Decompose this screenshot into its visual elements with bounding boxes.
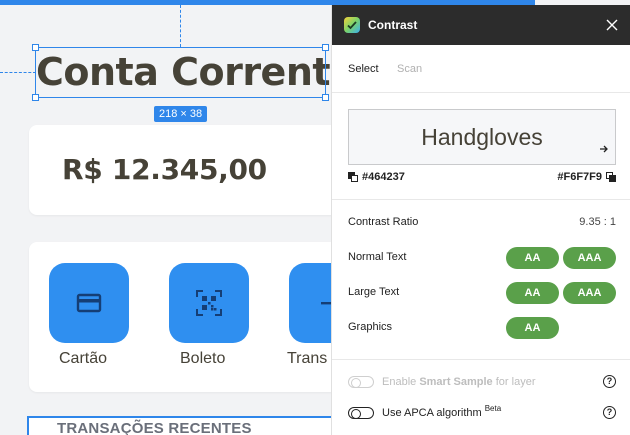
large-text-aa-badge: AA — [506, 282, 559, 304]
contrast-ratio-label: Contrast Ratio — [348, 216, 419, 228]
panel-header: Contrast — [332, 5, 630, 45]
resize-handle-bottom-left[interactable] — [32, 94, 39, 101]
selection-size-badge: 218 × 38 — [154, 106, 208, 122]
balance-amount: R$ 12.345,00 — [62, 153, 267, 186]
tab-scan[interactable]: Scan — [397, 63, 422, 75]
preview-sample-text: Handgloves — [421, 124, 543, 150]
mode-tabs: Select Scan — [332, 45, 630, 93]
normal-text-row: Normal Text AA AAA — [348, 247, 616, 269]
alignment-guide-horizontal — [0, 72, 36, 73]
recent-transactions-header[interactable]: TRANSAÇÕES RECENTES — [27, 416, 337, 435]
selection-frame[interactable] — [32, 44, 329, 101]
smart-sample-toggle[interactable] — [348, 376, 374, 388]
smart-sample-label: Enable Smart Sample for layer — [382, 376, 536, 388]
background-swatch-icon — [606, 172, 616, 182]
apca-option: Use APCA algorithm Beta ? — [348, 404, 616, 421]
panel-title: Contrast — [368, 18, 418, 32]
contrast-preview: Handgloves — [348, 109, 616, 165]
action-label-boleto: Boleto — [180, 350, 226, 367]
tab-select[interactable]: Select — [348, 63, 379, 75]
action-label-transferencia: Trans — [287, 350, 328, 367]
quick-actions-card: Cartão Boleto Trans — [29, 242, 339, 392]
swap-colors-icon[interactable] — [599, 141, 609, 159]
divider — [332, 359, 630, 360]
large-text-aaa-badge: AAA — [563, 282, 616, 304]
action-label-cartao: Cartão — [59, 350, 108, 367]
smart-sample-option: Enable Smart Sample for layer ? — [348, 374, 616, 390]
normal-text-aaa-badge: AAA — [563, 247, 616, 269]
help-icon[interactable]: ? — [603, 375, 616, 388]
card-action-button[interactable] — [49, 263, 129, 343]
contrast-ratio-value: 9.35 : 1 — [579, 216, 616, 228]
background-color[interactable]: #F6F7F9 — [557, 171, 616, 183]
recent-transactions-title: TRANSAÇÕES RECENTES — [57, 420, 252, 435]
foreground-swatch-icon — [348, 172, 358, 182]
foreground-color[interactable]: #464237 — [348, 171, 405, 183]
graphics-row: Graphics AA — [348, 317, 616, 339]
balance-card[interactable]: R$ 12.345,00 — [29, 125, 339, 215]
large-text-label: Large Text — [348, 286, 400, 298]
divider — [332, 199, 630, 200]
large-text-row: Large Text AA AAA — [348, 282, 616, 304]
resize-handle-top-right[interactable] — [322, 44, 329, 51]
normal-text-aa-badge: AA — [506, 247, 559, 269]
resize-handle-top-left[interactable] — [32, 44, 39, 51]
foreground-hex: #464237 — [362, 171, 405, 183]
qr-code-icon — [196, 290, 222, 316]
contrast-plugin-panel: Contrast Select Scan Handgloves #464237 … — [331, 5, 630, 435]
credit-card-icon — [76, 293, 102, 313]
contrast-app-icon — [344, 17, 360, 33]
graphics-label: Graphics — [348, 321, 393, 333]
contrast-ratio-row: Contrast Ratio 9.35 : 1 — [348, 212, 616, 234]
normal-text-label: Normal Text — [348, 251, 407, 263]
close-icon[interactable] — [604, 17, 620, 33]
background-hex: #F6F7F9 — [557, 171, 602, 183]
resize-handle-bottom-right[interactable] — [322, 94, 329, 101]
boleto-action-button[interactable] — [169, 263, 249, 343]
color-swatch-row: #464237 #F6F7F9 — [348, 171, 630, 185]
apca-toggle[interactable] — [348, 407, 374, 419]
graphics-aa-badge: AA — [506, 317, 559, 339]
help-icon[interactable]: ? — [603, 406, 616, 419]
apca-label: Use APCA algorithm Beta — [382, 404, 502, 419]
alignment-guide-vertical — [180, 5, 181, 47]
